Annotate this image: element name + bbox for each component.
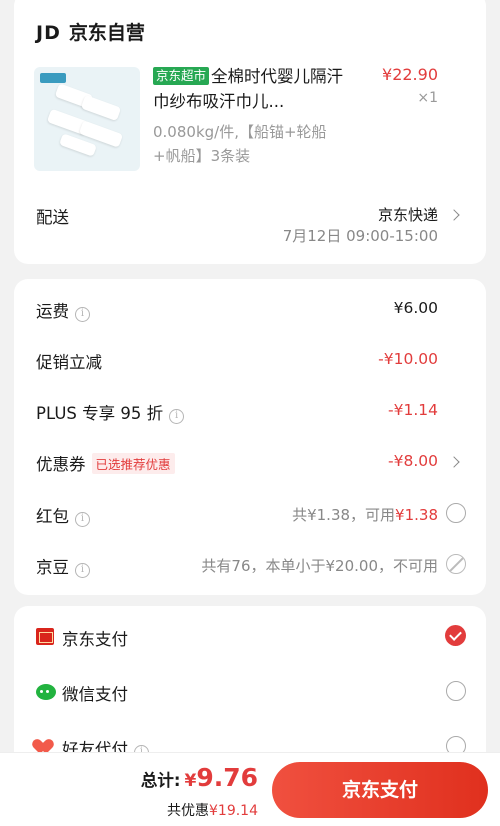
total-label: 总计: — [140, 771, 181, 790]
radio-empty-icon[interactable] — [446, 681, 466, 701]
jingdou-radio-disabled — [446, 554, 466, 574]
redpacket-radio[interactable] — [446, 503, 466, 523]
wechat-pay-icon — [36, 684, 56, 700]
freight-value: ¥6.00 — [393, 299, 438, 317]
shop-name: 京东自营 — [68, 22, 145, 44]
redpacket-note-prefix: 共¥1.38，可用 — [292, 506, 396, 524]
product-title[interactable]: 京东超市 全棉时代婴儿隔汗巾纱布吸汗巾儿... — [153, 64, 353, 114]
plus-label: PLUS 专享 95 折 — [36, 404, 164, 423]
product-price: ¥22.90 — [382, 65, 438, 84]
payment-label: 微信支付 — [62, 685, 128, 704]
payment-option-jd[interactable]: 京东支付 — [14, 621, 486, 651]
promo-value: -¥10.00 — [378, 350, 438, 368]
jd-logo: JD — [36, 22, 61, 44]
freight-row: 运费 i ¥6.00 — [14, 293, 486, 323]
product-thumbnail[interactable] — [34, 67, 140, 171]
payment-label: 京东支付 — [62, 630, 128, 649]
brand-tag-icon — [40, 73, 66, 83]
coupon-label: 优惠券 — [36, 455, 86, 474]
shipping-method[interactable]: 京东快递 — [378, 204, 438, 225]
info-icon[interactable]: i — [169, 409, 185, 424]
info-icon[interactable]: i — [75, 512, 90, 527]
chevron-right-icon[interactable] — [448, 209, 460, 221]
towel-shape — [80, 94, 122, 122]
radio-checked-icon[interactable] — [445, 625, 466, 646]
shipping-label: 配送 — [36, 208, 69, 227]
plus-row: PLUS 专享 95 折 i -¥1.14 — [14, 395, 486, 425]
jingdou-label: 京豆 — [36, 558, 69, 577]
redpacket-note: 共¥1.38，可用¥1.38 — [292, 504, 438, 525]
saved-label: 共优惠 — [167, 803, 209, 819]
total-amount: 9.76 — [196, 763, 258, 792]
chevron-right-icon[interactable] — [448, 456, 460, 468]
product-quantity: ×1 — [417, 90, 438, 106]
order-card: JD 京东自营 京东超市 全棉时代婴儿隔汗巾纱布吸汗巾儿... ¥22.90 ×1 … — [14, 0, 486, 264]
redpacket-row: 红包 i 共¥1.38，可用¥1.38 — [14, 498, 486, 528]
jingdou-note: 共有76，本单小于¥20.00，不可用 — [201, 557, 438, 575]
total-currency: ¥ — [184, 771, 197, 791]
coupon-value: -¥8.00 — [388, 452, 438, 470]
info-icon[interactable]: i — [75, 563, 90, 578]
product-spec: 0.080kg/件,【船锚+轮船+帆船】3条装 — [153, 123, 327, 165]
recommended-badge: 已选推荐优惠 — [91, 453, 175, 474]
supermarket-badge: 京东超市 — [153, 67, 210, 85]
redpacket-available-amount: ¥1.38 — [395, 506, 438, 524]
freight-label: 运费 — [36, 302, 69, 321]
promo-row: 促销立减 -¥10.00 — [14, 344, 486, 374]
jd-pay-icon — [36, 628, 54, 645]
saved-amount: ¥19.14 — [209, 803, 258, 819]
shipping-time[interactable]: 7月12日 09:00-15:00 — [283, 225, 438, 246]
plus-value: -¥1.14 — [388, 401, 438, 419]
submit-payment-button[interactable]: 京东支付 — [272, 762, 488, 818]
checkout-bar: 总计: ¥9.76 共优惠¥19.14 京东支付 — [0, 752, 500, 826]
coupon-row[interactable]: 优惠券 已选推荐优惠 -¥8.00 — [14, 446, 486, 476]
payment-option-wechat[interactable]: 微信支付 — [14, 676, 486, 706]
jingdou-row: 京豆 i 共有76，本单小于¥20.00，不可用 — [14, 549, 486, 579]
saved-line: 共优惠¥19.14 — [167, 800, 258, 820]
shop-title: JD 京东自营 — [36, 18, 145, 45]
total-line: 总计: ¥9.76 — [141, 763, 258, 792]
info-icon[interactable]: i — [75, 307, 90, 322]
redpacket-label: 红包 — [36, 507, 69, 526]
fees-card: 运费 i ¥6.00 促销立减 -¥10.00 PLUS 专享 95 折 i -¥1… — [14, 279, 486, 595]
promo-label: 促销立减 — [36, 353, 102, 372]
